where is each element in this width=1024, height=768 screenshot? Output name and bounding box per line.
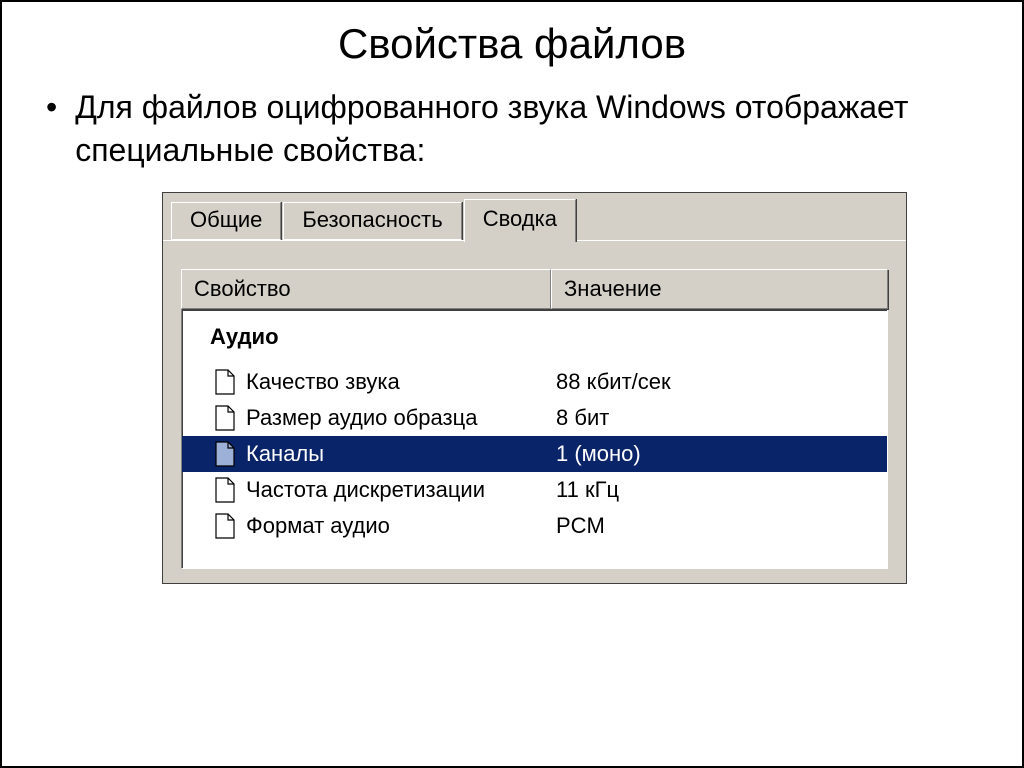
property-value: 88 кбит/сек — [556, 369, 887, 395]
list-row[interactable]: Частота дискретизации11 кГц — [182, 472, 887, 508]
property-name: Формат аудио — [246, 513, 556, 539]
file-icon — [214, 369, 236, 395]
property-value: 1 (моно) — [556, 441, 887, 467]
property-value: 11 кГц — [556, 477, 887, 503]
file-icon — [214, 405, 236, 431]
slide: Свойства файлов • Для файлов оцифрованно… — [0, 0, 1024, 768]
file-icon — [214, 477, 236, 503]
bullet-area: • Для файлов оцифрованного звука Windows… — [30, 86, 994, 172]
file-icon — [214, 441, 236, 467]
tab-general[interactable]: Общие — [171, 202, 281, 240]
tab-summary[interactable]: Сводка — [464, 199, 576, 242]
properties-dialog: Общие Безопасность Сводка Свойство Значе… — [162, 192, 907, 584]
list-row[interactable]: Качество звука88 кбит/сек — [182, 364, 887, 400]
property-value: 8 бит — [556, 405, 887, 431]
list-header: Свойство Значение — [181, 269, 888, 309]
property-name: Размер аудио образца — [246, 405, 556, 431]
property-name: Частота дискретизации — [246, 477, 556, 503]
list-row[interactable]: Каналы1 (моно) — [182, 436, 887, 472]
tab-security[interactable]: Безопасность — [283, 202, 461, 240]
list-row[interactable]: Формат аудиоPCM — [182, 508, 887, 544]
list-body: Аудио Качество звука88 кбит/сек Размер а… — [181, 309, 888, 569]
slide-title: Свойства файлов — [30, 20, 994, 68]
bullet-item: • Для файлов оцифрованного звука Windows… — [46, 86, 994, 172]
property-value: PCM — [556, 513, 887, 539]
column-header-value[interactable]: Значение — [551, 269, 888, 309]
list-row[interactable]: Размер аудио образца8 бит — [182, 400, 887, 436]
property-name: Каналы — [246, 441, 556, 467]
file-icon — [214, 513, 236, 539]
property-name: Качество звука — [246, 369, 556, 395]
tab-panel: Свойство Значение Аудио Качество звука88… — [163, 240, 906, 583]
bullet-text: Для файлов оцифрованного звука Windows о… — [75, 86, 994, 172]
bullet-dot-icon: • — [46, 86, 57, 129]
column-header-property[interactable]: Свойство — [181, 269, 551, 309]
tab-bar: Общие Безопасность Сводка — [163, 193, 906, 240]
group-header-audio: Аудио — [182, 314, 887, 364]
